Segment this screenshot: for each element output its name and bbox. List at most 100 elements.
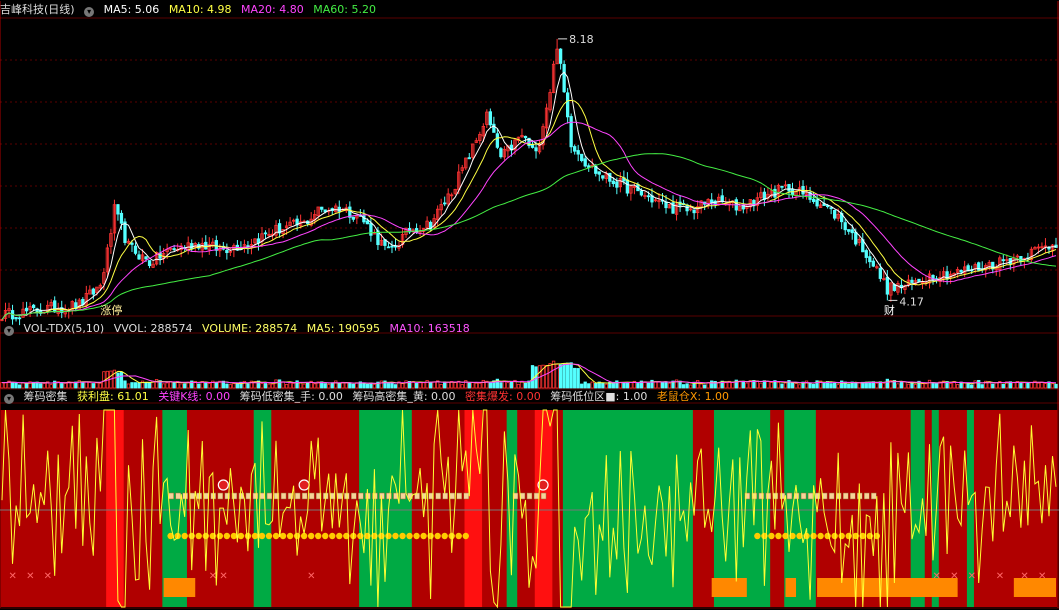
volume-bar (822, 381, 826, 389)
volume-bar (277, 379, 282, 389)
volume-bar (14, 382, 18, 389)
volume-bar (1022, 381, 1027, 389)
hammer-marker (449, 492, 455, 500)
candle (611, 180, 615, 185)
rat-marker: ✕ (9, 571, 17, 582)
candle (31, 304, 36, 309)
volume-bar (1029, 382, 1034, 389)
volume-bar (499, 382, 503, 389)
stock-chart[interactable]: ✕ ✕ ✕ ✕ ✕ ✕ ✕ ✕ ✕ ✕ ✕ ✕ 8.18 4.17 涨停 财 (0, 0, 1059, 610)
density-dot (336, 532, 343, 540)
volume-bar (590, 381, 594, 389)
volume-bar (664, 381, 668, 389)
volume-bar (386, 383, 391, 389)
volume-bar (882, 382, 886, 389)
volume-bar (3, 382, 8, 389)
volume-bar (295, 380, 299, 389)
candle (565, 92, 570, 118)
volume-bar (334, 380, 338, 389)
dropdown-icon[interactable]: ▾ (84, 7, 95, 17)
volume-bar (330, 382, 334, 389)
volume-bar (558, 364, 563, 389)
candle (91, 288, 95, 295)
candle (190, 243, 194, 250)
volume-bar (565, 362, 570, 389)
density-dot (251, 532, 259, 540)
candle (116, 204, 120, 215)
candle (854, 231, 858, 245)
volume-bar (955, 384, 960, 389)
volume-bar (207, 383, 211, 389)
vol-indicator-name: VOL-TDX(5,10) (23, 322, 105, 335)
volume-bar (506, 382, 510, 389)
volume-bar (421, 382, 426, 389)
candle (576, 150, 580, 155)
candle (864, 250, 868, 258)
candle (871, 260, 875, 267)
dropdown-icon[interactable]: ▾ (4, 326, 14, 336)
volume-bar (724, 382, 728, 389)
volume-bar (260, 383, 264, 389)
hammer-marker (168, 492, 174, 500)
volume-bar (808, 382, 812, 389)
density-dot (272, 532, 280, 540)
volume-bar (569, 362, 573, 389)
candle (1019, 255, 1023, 262)
hammer-marker (189, 492, 195, 500)
volume-bar (769, 382, 774, 389)
candle (868, 256, 872, 263)
vvol-label: VVOL: 288574 (113, 322, 193, 335)
dropdown-icon[interactable]: ▾ (4, 394, 14, 404)
candle (1001, 259, 1005, 262)
candle (615, 181, 619, 188)
hammer-marker (294, 492, 301, 500)
volume-bar (776, 381, 781, 389)
volume-bar (119, 371, 124, 389)
volume-bar (994, 382, 998, 389)
volume-bar (165, 382, 169, 389)
volume-bar (225, 383, 229, 389)
volume-bar (618, 381, 622, 389)
candle (386, 246, 391, 249)
density-dot (392, 532, 399, 540)
volume-bar (471, 381, 475, 389)
chip-band (692, 410, 717, 607)
volume-bar (836, 384, 840, 389)
volume-bar (91, 383, 95, 389)
volume-bar (42, 383, 46, 389)
density-dot (385, 532, 392, 540)
candle (843, 222, 847, 231)
limit-up-tag: 涨停 (100, 303, 122, 317)
ma60-label: MA60: 5.20 (313, 3, 376, 16)
density-dot (300, 532, 308, 540)
rat-marker: ✕ (968, 571, 976, 582)
hammer-marker (456, 492, 462, 500)
candle (847, 229, 851, 232)
candle (14, 317, 18, 320)
density-dot (413, 532, 420, 540)
density-dot (420, 532, 427, 540)
volume-bar (84, 381, 88, 389)
volume-bar (49, 384, 53, 389)
chip-band (359, 410, 415, 607)
density-dot (838, 532, 845, 540)
volume-bar (660, 382, 665, 389)
volume-bar (183, 383, 187, 389)
candle (787, 183, 791, 192)
candle (369, 222, 373, 236)
volume-bar (362, 383, 366, 389)
hammer-marker (758, 492, 765, 500)
volume-bar (63, 382, 67, 389)
volume-bar (920, 383, 925, 389)
rat-marker: ✕ (44, 571, 52, 582)
hammer-marker (266, 492, 273, 500)
volume-bar (327, 384, 331, 389)
volume-bar (161, 383, 166, 389)
finance-tag: 财 (884, 303, 895, 317)
candle (664, 201, 668, 209)
candle (390, 245, 394, 248)
hammer-marker (463, 492, 470, 500)
volume-bar (133, 382, 138, 389)
ma20-label: MA20: 4.80 (241, 3, 304, 16)
volume-bar (688, 384, 693, 389)
